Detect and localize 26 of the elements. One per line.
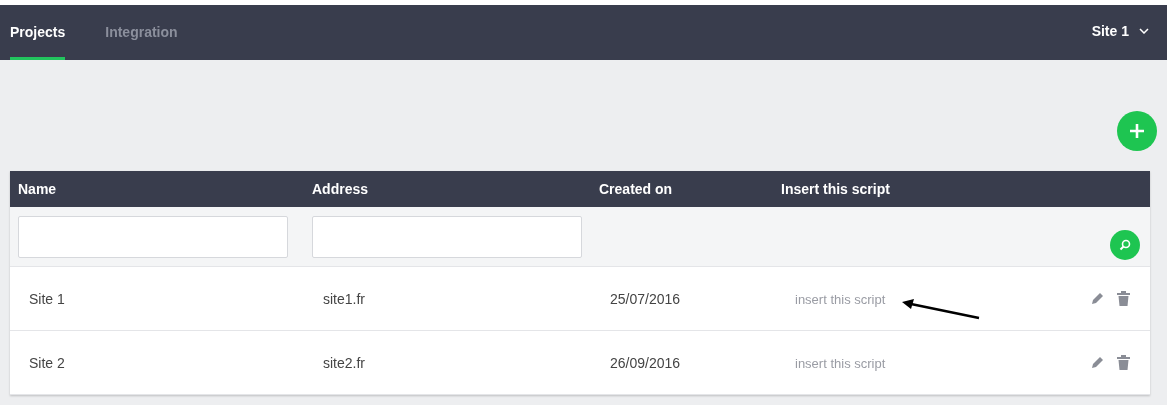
chevron-down-icon: [1139, 28, 1149, 34]
column-header: Address: [311, 181, 370, 197]
filter-field[interactable]: [18, 215, 288, 258]
search-icon: [1119, 238, 1131, 251]
search-button[interactable]: [1110, 229, 1140, 260]
table-cell-text: Site 1: [28, 290, 66, 307]
edit-icon[interactable]: [1091, 355, 1105, 369]
script-link[interactable]: insert this script: [795, 355, 886, 371]
column-header: Created on: [598, 181, 674, 197]
script-link[interactable]: insert this script: [795, 291, 886, 307]
nav-tab[interactable]: Projects: [10, 5, 66, 60]
site-dropdown[interactable]: Site 1: [1091, 5, 1149, 60]
table-cell-text: 26/09/2016: [609, 354, 682, 371]
plus-icon: [1129, 123, 1145, 139]
column-header: Insert this script: [780, 181, 891, 197]
delete-icon[interactable]: [1117, 355, 1130, 370]
filter-field[interactable]: [312, 215, 582, 258]
add-button[interactable]: [1117, 111, 1157, 151]
column-header: Name: [17, 181, 58, 197]
edit-icon[interactable]: [1091, 291, 1105, 305]
table-cell-text: 25/07/2016: [609, 290, 682, 307]
table-cell-text: site1.fr: [322, 290, 366, 307]
nav-tab[interactable]: Integration: [105, 5, 178, 60]
table-cell-text: site2.fr: [322, 354, 366, 371]
delete-icon[interactable]: [1117, 291, 1130, 306]
table-cell-text: Site 2: [28, 354, 66, 371]
